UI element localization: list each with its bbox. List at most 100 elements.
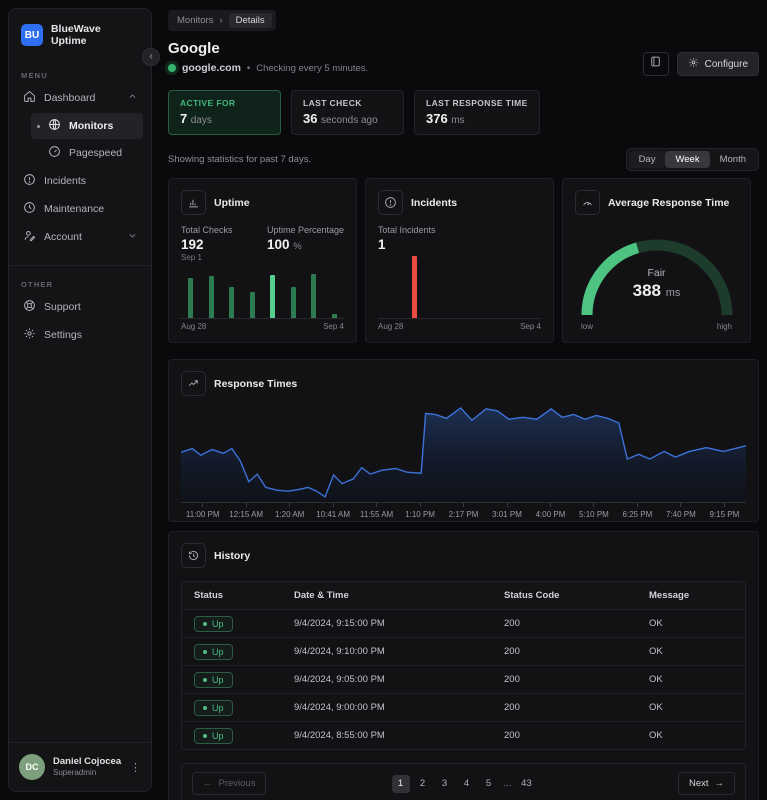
logo-icon: BU bbox=[21, 24, 43, 46]
x-axis-label: 10:41 AM bbox=[311, 510, 354, 519]
gauge-icon bbox=[575, 190, 600, 215]
range-day-button[interactable]: Day bbox=[629, 151, 666, 168]
arrow-left-icon: ← bbox=[203, 778, 213, 789]
configure-button[interactable]: Configure bbox=[677, 52, 759, 76]
range-week-button[interactable]: Week bbox=[665, 151, 709, 168]
datetime-cell: 9/4/2024, 9:10:00 PM bbox=[294, 646, 504, 657]
uptime-bar bbox=[270, 275, 275, 318]
x-axis-label: 9:15 PM bbox=[703, 510, 746, 519]
sidebar-item-label: Incidents bbox=[44, 175, 86, 187]
datetime-cell: 9/4/2024, 9:05:00 PM bbox=[294, 674, 504, 685]
message-cell: OK bbox=[649, 702, 733, 713]
stat-last-response-time: LAST RESPONSE TIME 376 ms bbox=[414, 90, 540, 135]
status-badge: Up bbox=[194, 672, 233, 688]
range-toggle: Day Week Month bbox=[626, 148, 759, 171]
x-axis-end-label: Sep 4 bbox=[323, 322, 344, 331]
table-header-row: Status Date & Time Status Code Message bbox=[182, 582, 745, 609]
up-dot-icon bbox=[203, 706, 207, 710]
sidebar-item-label: Account bbox=[44, 231, 82, 243]
sidebar-item-support[interactable]: Support bbox=[17, 294, 143, 320]
avatar: DC bbox=[19, 754, 45, 780]
stats-row: ACTIVE FOR 7 days LAST CHECK 36 seconds … bbox=[168, 90, 759, 135]
gear-icon bbox=[688, 57, 699, 71]
breadcrumb-details[interactable]: Details bbox=[229, 13, 272, 28]
page-ellipsis: ... bbox=[502, 778, 514, 789]
page-number-button[interactable]: 5 bbox=[480, 775, 498, 793]
avg-response-card: Average Response Time Fair 388 ms low hi… bbox=[562, 178, 751, 343]
next-page-button[interactable]: Next → bbox=[678, 772, 735, 795]
breadcrumb-separator: › bbox=[219, 15, 222, 26]
uptime-card: Uptime Total Checks 192 Sep 1 Uptime Per… bbox=[168, 178, 357, 343]
sidebar-item-settings[interactable]: Settings bbox=[17, 322, 143, 348]
sidebar-item-account[interactable]: Account bbox=[17, 224, 143, 250]
stats-note: Showing statistics for past 7 days. bbox=[168, 154, 311, 165]
page-number-button[interactable]: 2 bbox=[414, 775, 432, 793]
globe-icon bbox=[48, 118, 61, 134]
app-logo: BU BlueWave Uptime bbox=[9, 9, 151, 57]
sidebar-item-incidents[interactable]: Incidents bbox=[17, 168, 143, 194]
user-icon bbox=[23, 229, 36, 245]
message-cell: OK bbox=[649, 618, 733, 629]
x-axis-label: 3:01 PM bbox=[485, 510, 528, 519]
bullet-separator: • bbox=[247, 63, 250, 74]
sidebar-divider bbox=[9, 265, 151, 266]
page-title: Google bbox=[168, 40, 368, 57]
menu-section-label: MENU bbox=[21, 71, 139, 80]
user-role: Superadmin bbox=[53, 768, 121, 778]
up-dot-icon bbox=[203, 622, 207, 626]
arrow-right-icon: → bbox=[715, 778, 725, 789]
uptime-bar bbox=[311, 274, 316, 318]
user-menu-dots-icon[interactable]: ⋮ bbox=[130, 761, 141, 774]
response-gauge: Fair 388 ms low high bbox=[575, 219, 738, 331]
sidebar: ‹ BU BlueWave Uptime MENU Dashboard Moni… bbox=[8, 8, 152, 792]
page-number-button[interactable]: 1 bbox=[392, 775, 410, 793]
x-axis-label: 5:10 PM bbox=[572, 510, 615, 519]
page-number-button[interactable]: 3 bbox=[436, 775, 454, 793]
uptime-bar bbox=[291, 287, 296, 318]
up-dot-icon bbox=[203, 734, 207, 738]
status-code-cell: 200 bbox=[504, 730, 649, 741]
gauge-value: 388 bbox=[633, 281, 661, 300]
col-message: Message bbox=[649, 590, 733, 601]
sidebar-item-maintenance[interactable]: Maintenance bbox=[17, 196, 143, 222]
uptime-bar-chart bbox=[181, 262, 344, 319]
uptime-bar bbox=[209, 276, 214, 318]
speedometer-icon bbox=[48, 145, 61, 161]
sidebar-item-monitors[interactable]: Monitors bbox=[31, 113, 143, 139]
incidents-bar-chart bbox=[378, 252, 541, 319]
status-page-button[interactable] bbox=[643, 52, 669, 76]
previous-page-button[interactable]: ← Previous bbox=[192, 772, 266, 795]
x-axis-tick bbox=[289, 503, 290, 507]
x-axis-tick bbox=[507, 503, 508, 507]
check-note: Checking every 5 minutes. bbox=[256, 63, 368, 74]
x-axis-label: 6:25 PM bbox=[616, 510, 659, 519]
pagination: ← Previous 12345...43 Next → bbox=[181, 763, 746, 800]
page-number-button[interactable]: 43 bbox=[517, 775, 535, 793]
sidebar-collapse-button[interactable]: ‹ bbox=[142, 48, 160, 66]
app-name: BlueWave Uptime bbox=[51, 23, 139, 47]
stat-label: LAST RESPONSE TIME bbox=[426, 98, 528, 108]
gear-icon bbox=[23, 327, 36, 343]
gauge-high-label: high bbox=[717, 322, 732, 331]
status-code-cell: 200 bbox=[504, 618, 649, 629]
sidebar-item-label: Pagespeed bbox=[69, 147, 122, 159]
stat-label: ACTIVE FOR bbox=[180, 98, 269, 108]
table-row: Up9/4/2024, 9:15:00 PM200OK bbox=[182, 609, 745, 637]
user-profile: DC Daniel Cojocea Superadmin ⋮ bbox=[9, 742, 151, 791]
stat-last-check: LAST CHECK 36 seconds ago bbox=[291, 90, 404, 135]
x-axis-end-label: Sep 4 bbox=[520, 322, 541, 331]
sidebar-item-dashboard[interactable]: Dashboard bbox=[17, 85, 143, 111]
stat-value: 7 bbox=[180, 111, 187, 126]
stat-active-for: ACTIVE FOR 7 days bbox=[168, 90, 281, 135]
card-title: Incidents bbox=[411, 197, 457, 209]
main-content: Monitors › Details Google google.com • C… bbox=[152, 0, 767, 800]
uptime-percentage-label: Uptime Percentage bbox=[267, 225, 344, 235]
status-badge: Up bbox=[194, 644, 233, 660]
stat-value: 36 bbox=[303, 111, 317, 126]
page-number-button[interactable]: 4 bbox=[458, 775, 476, 793]
breadcrumb-monitors[interactable]: Monitors bbox=[177, 15, 213, 26]
sidebar-item-pagespeed[interactable]: Pagespeed bbox=[31, 140, 143, 166]
total-incidents-label: Total Incidents bbox=[378, 225, 436, 235]
chevron-down-icon bbox=[128, 231, 137, 243]
range-month-button[interactable]: Month bbox=[710, 151, 756, 168]
